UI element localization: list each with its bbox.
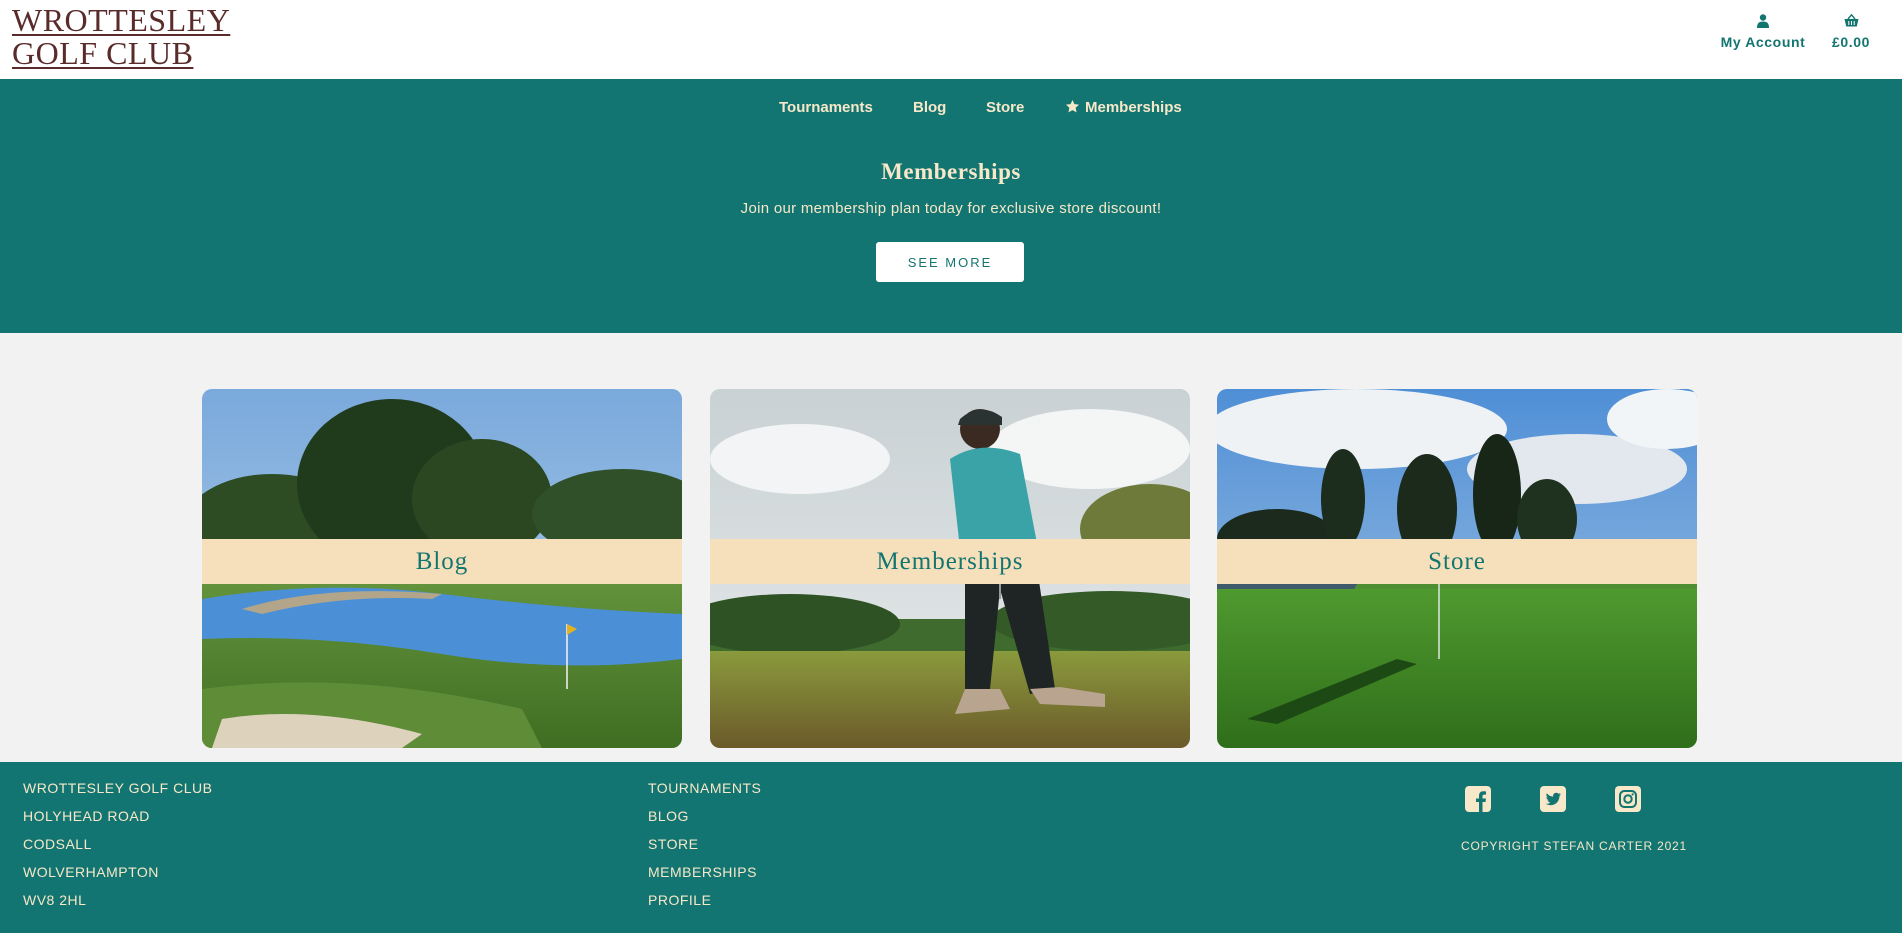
star-icon (1065, 99, 1080, 113)
twitter-icon[interactable] (1540, 786, 1566, 812)
my-account-link[interactable]: My Account (1700, 14, 1826, 50)
address-line: WROTTESLEY GOLF CLUB (23, 780, 213, 796)
nav-item-store[interactable]: Store (986, 99, 1024, 116)
user-icon (1700, 14, 1826, 30)
my-account-label: My Account (1720, 34, 1806, 50)
nav-item-blog[interactable]: Blog (913, 99, 946, 116)
address-line: CODSALL (23, 836, 92, 852)
footer-link-store[interactable]: STORE (648, 832, 761, 860)
main-nav: Tournaments Blog Store Memberships (0, 99, 1902, 121)
footer-link-tournaments[interactable]: TOURNAMENTS (648, 776, 761, 804)
logo-line-1: WROTTESLEY (12, 2, 231, 38)
see-more-button[interactable]: SEE MORE (876, 242, 1024, 282)
address-line: WV8 2HL (23, 892, 87, 908)
card-blog[interactable]: Blog (202, 389, 682, 748)
address-line: HOLYHEAD ROAD (23, 808, 150, 824)
facebook-icon[interactable] (1465, 786, 1491, 812)
card-store[interactable]: Store (1217, 389, 1697, 748)
site-footer: WROTTESLEY GOLF CLUB HOLYHEAD ROAD CODSA… (0, 762, 1902, 933)
nav-item-tournaments[interactable]: Tournaments (779, 99, 873, 116)
footer-links: TOURNAMENTS BLOG STORE MEMBERSHIPS PROFI… (648, 776, 761, 916)
site-header: WROTTESLEY GOLF CLUB My Account £0.00 (0, 0, 1902, 79)
promo-title: Memberships (881, 159, 1021, 184)
address-line: WOLVERHAMPTON (23, 864, 159, 880)
card-label: Blog (202, 539, 682, 584)
hero-band: Tournaments Blog Store Memberships Membe… (0, 79, 1902, 333)
card-memberships[interactable]: Memberships (710, 389, 1190, 748)
cart-link[interactable]: £0.00 (1820, 13, 1882, 50)
logo-line-2: GOLF CLUB (12, 35, 194, 71)
footer-link-memberships[interactable]: MEMBERSHIPS (648, 860, 761, 888)
copyright-text: COPYRIGHT STEFAN CARTER 2021 (1460, 839, 1687, 853)
basket-icon (1820, 13, 1882, 30)
footer-link-profile[interactable]: PROFILE (648, 888, 761, 916)
card-label: Memberships (710, 539, 1190, 584)
cart-total: £0.00 (1831, 34, 1871, 50)
site-logo[interactable]: WROTTESLEY GOLF CLUB (12, 4, 230, 70)
footer-address: WROTTESLEY GOLF CLUB HOLYHEAD ROAD CODSA… (23, 776, 212, 916)
instagram-icon[interactable] (1615, 786, 1641, 812)
nav-item-memberships[interactable]: Memberships (1065, 99, 1182, 116)
promo-text: Join our membership plan today for exclu… (740, 200, 1162, 217)
footer-link-blog[interactable]: BLOG (648, 804, 761, 832)
card-label: Store (1217, 539, 1697, 584)
nav-item-memberships-label: Memberships (1085, 99, 1182, 116)
